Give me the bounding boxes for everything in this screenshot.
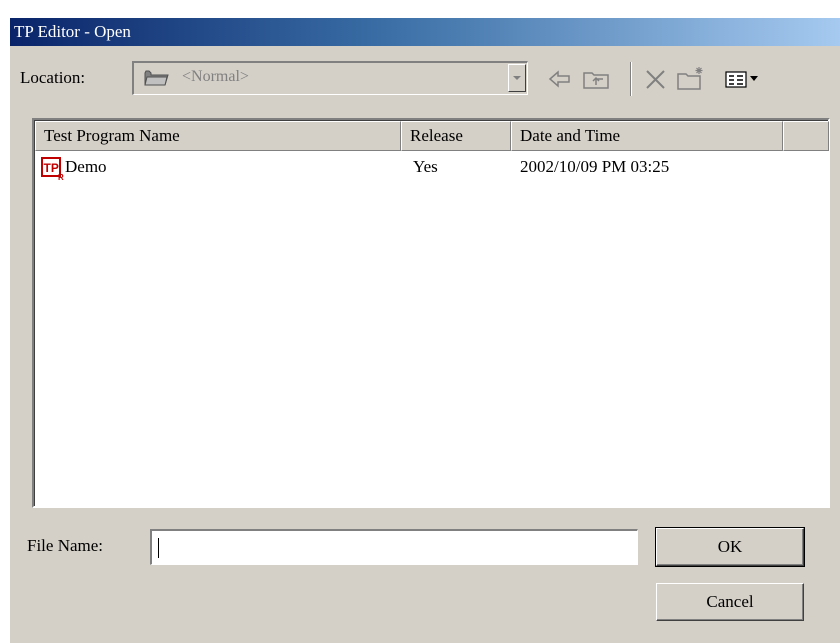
title-bar: TP Editor - Open xyxy=(10,18,840,46)
location-label: Location: xyxy=(20,68,86,87)
folder-icon xyxy=(144,70,169,86)
cancel-button-label: Cancel xyxy=(706,592,754,611)
test-program-icon: TP R xyxy=(41,157,64,181)
toolbar-separator xyxy=(630,62,632,96)
list-header: Test Program Name Release Date and Time xyxy=(35,121,829,151)
file-name-cell: Demo xyxy=(65,157,107,176)
svg-text:R: R xyxy=(58,173,64,181)
column-header-release[interactable]: Release xyxy=(401,121,511,151)
file-name-label: File Name: xyxy=(27,536,104,555)
view-menu-icon[interactable] xyxy=(723,65,763,93)
list-item[interactable]: TP R Demo Yes 2002/10/09 PM 03:25 xyxy=(35,155,828,181)
new-folder-icon[interactable] xyxy=(675,65,707,93)
svg-text:TP: TP xyxy=(44,161,59,175)
ok-button[interactable]: OK xyxy=(655,527,805,567)
file-name-input[interactable] xyxy=(150,529,638,565)
ok-button-label: OK xyxy=(717,537,743,556)
datetime-cell: 2002/10/09 PM 03:25 xyxy=(520,157,670,176)
column-header-datetime[interactable]: Date and Time xyxy=(511,121,783,151)
window-title: TP Editor - Open xyxy=(14,22,131,41)
file-list[interactable]: Test Program Name Release Date and Time … xyxy=(32,118,830,508)
cancel-button[interactable]: Cancel xyxy=(656,583,804,621)
delete-icon[interactable] xyxy=(642,65,670,93)
location-value: <Normal> xyxy=(182,68,249,85)
chevron-down-icon xyxy=(513,76,521,80)
open-dialog: TP Editor - Open Location: <Normal> Test… xyxy=(9,17,840,643)
release-cell: Yes xyxy=(413,157,438,176)
location-dropdown-button[interactable] xyxy=(508,64,526,92)
column-header-name[interactable]: Test Program Name xyxy=(35,121,401,151)
back-arrow-icon[interactable] xyxy=(547,65,573,93)
up-folder-icon[interactable] xyxy=(581,65,613,93)
column-header-filler xyxy=(783,121,829,151)
location-dropdown[interactable]: <Normal> xyxy=(132,61,528,95)
text-cursor xyxy=(158,538,159,558)
